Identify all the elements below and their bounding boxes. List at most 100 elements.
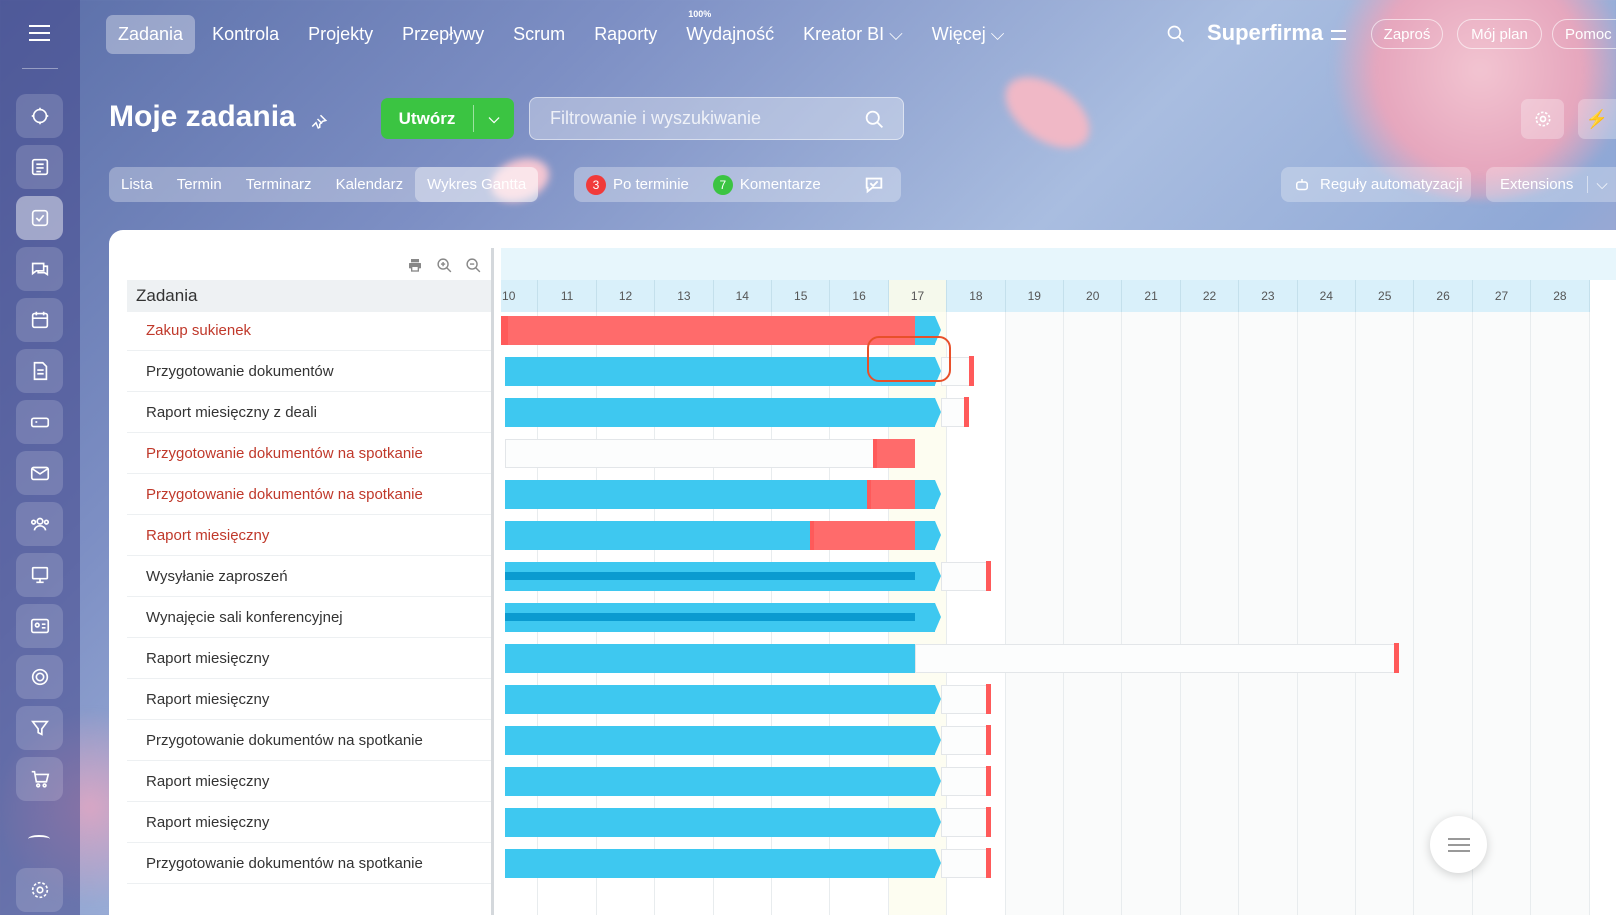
task-row[interactable]: Raport miesięczny (127, 761, 491, 802)
task-row[interactable]: Raport miesięczny (127, 802, 491, 843)
search-input[interactable]: Filtrowanie i wyszukiwanie (529, 97, 904, 140)
overdue-segment[interactable] (505, 316, 915, 345)
search-icon[interactable] (1166, 24, 1186, 44)
sidebar-tasks[interactable] (16, 196, 63, 240)
help-button[interactable]: Pomoc (1552, 19, 1616, 49)
background-petal (992, 62, 1103, 163)
tab-gantt[interactable]: Wykres Gantta (415, 167, 539, 202)
nav-scrum[interactable]: Scrum (501, 15, 577, 54)
sidebar-training[interactable] (16, 553, 63, 597)
bar-background[interactable] (505, 439, 915, 468)
task-row[interactable]: Raport miesięczny (127, 679, 491, 720)
task-row[interactable]: Przygotowanie dokumentów (127, 351, 491, 392)
task-row[interactable]: Wynajęcie sali konferencyjnej (127, 597, 491, 638)
bar-arrow[interactable] (935, 480, 941, 508)
deadline-range[interactable] (941, 726, 989, 755)
task-bar[interactable] (505, 849, 935, 878)
comments-counter[interactable]: 7 Komentarze (712, 174, 821, 195)
nav-reports[interactable]: Raporty (582, 15, 669, 54)
collapse-icon[interactable] (28, 835, 50, 843)
overdue-segment[interactable] (814, 521, 915, 550)
extensions-label: Extensions (1500, 176, 1574, 193)
nav-more[interactable]: Więcej ⌵ (920, 15, 1017, 54)
sidebar-drive[interactable] (16, 400, 63, 444)
bar-arrow[interactable] (935, 849, 941, 877)
task-bar[interactable] (505, 644, 915, 673)
sidebar-crm[interactable] (16, 604, 63, 648)
bar-arrow[interactable] (935, 603, 941, 631)
tab-calendar[interactable]: Kalendarz (324, 167, 416, 202)
deadline-range[interactable] (941, 562, 989, 591)
progress-line[interactable] (505, 613, 915, 621)
floating-menu-button[interactable] (1430, 816, 1487, 873)
bar-arrow[interactable] (935, 685, 941, 713)
nav-projects[interactable]: Projekty (296, 15, 385, 54)
bar-arrow[interactable] (935, 398, 941, 426)
sidebar-mail[interactable] (16, 451, 63, 495)
read-all-icon[interactable] (863, 174, 885, 196)
bar-arrow[interactable] (935, 767, 941, 795)
nav-efficiency[interactable]: 100% Wydajność (674, 9, 786, 54)
task-row[interactable]: Przygotowanie dokumentów na spotkanie (127, 843, 491, 884)
lightning-button[interactable]: ⚡ (1578, 99, 1616, 139)
bar-arrow[interactable] (935, 562, 941, 590)
chevron-down-icon[interactable]: ⌵ (474, 110, 514, 127)
create-button[interactable]: Utwórz ⌵ (381, 98, 514, 139)
bar-arrow[interactable] (935, 726, 941, 754)
deadline-range[interactable] (941, 767, 989, 796)
task-row[interactable]: Raport miesięczny z deali (127, 392, 491, 433)
task-bar[interactable] (505, 685, 935, 714)
menu-icon[interactable] (29, 25, 50, 41)
sidebar-chat[interactable] (16, 247, 63, 291)
task-column-title: Zadania (136, 286, 198, 305)
overdue-segment[interactable] (877, 439, 915, 468)
task-row[interactable]: Raport miesięczny (127, 638, 491, 679)
tab-deadline[interactable]: Termin (165, 167, 234, 202)
settings-sliders-icon[interactable] (1331, 30, 1346, 40)
nav-tasks[interactable]: Zadania (106, 14, 196, 54)
company-name[interactable]: Superfirma (1207, 20, 1323, 46)
automation-rules-button[interactable]: Reguły automatyzacji (1281, 167, 1471, 202)
task-row[interactable]: Zakup sukienek (127, 310, 491, 351)
sidebar-settings[interactable] (16, 868, 63, 912)
overdue-segment[interactable] (871, 480, 915, 509)
deadline-range[interactable] (915, 644, 1397, 673)
invite-button[interactable]: Zaproś (1371, 19, 1443, 49)
sidebar-feed[interactable] (16, 145, 63, 189)
sidebar-docs[interactable] (16, 349, 63, 393)
bar-arrow[interactable] (935, 521, 941, 549)
tab-list[interactable]: Lista (109, 167, 165, 202)
sidebar-employees[interactable] (16, 502, 63, 546)
nav-control[interactable]: Kontrola (200, 15, 291, 54)
task-bar[interactable] (505, 398, 935, 427)
task-row[interactable]: Przygotowanie dokumentów na spotkanie (127, 433, 491, 474)
settings-button[interactable] (1521, 99, 1564, 139)
my-plan-button[interactable]: Mój plan (1457, 19, 1542, 49)
task-bar[interactable] (505, 808, 935, 837)
sidebar-marketing[interactable] (16, 655, 63, 699)
deadline-range[interactable] (941, 685, 989, 714)
sidebar-calendar[interactable] (16, 298, 63, 342)
bar-arrow[interactable] (935, 808, 941, 836)
nav-flows[interactable]: Przepływy (390, 15, 496, 54)
tab-planner[interactable]: Terminarz (234, 167, 324, 202)
task-row[interactable]: Raport miesięczny (127, 515, 491, 556)
task-row[interactable]: Przygotowanie dokumentów na spotkanie (127, 474, 491, 515)
pin-icon[interactable] (310, 113, 328, 131)
progress-line[interactable] (505, 572, 915, 580)
sidebar-shop[interactable] (16, 757, 63, 801)
extensions-button[interactable]: Extensions ⌵ (1486, 167, 1616, 202)
task-bar[interactable] (505, 767, 935, 796)
deadline-range[interactable] (941, 849, 989, 878)
zoom-out-icon[interactable] (465, 257, 482, 274)
task-row[interactable]: Przygotowanie dokumentów na spotkanie (127, 720, 491, 761)
overdue-counter[interactable]: 3 Po terminie (586, 174, 689, 195)
print-icon[interactable] (407, 257, 423, 273)
task-bar[interactable] (505, 726, 935, 755)
task-row[interactable]: Wysyłanie zaproszeń (127, 556, 491, 597)
sidebar-automation[interactable] (16, 94, 63, 138)
zoom-in-icon[interactable] (436, 257, 453, 274)
sidebar-sales[interactable] (16, 706, 63, 750)
deadline-range[interactable] (941, 808, 989, 837)
nav-bi-builder[interactable]: Kreator BI ⌵ (791, 15, 915, 54)
